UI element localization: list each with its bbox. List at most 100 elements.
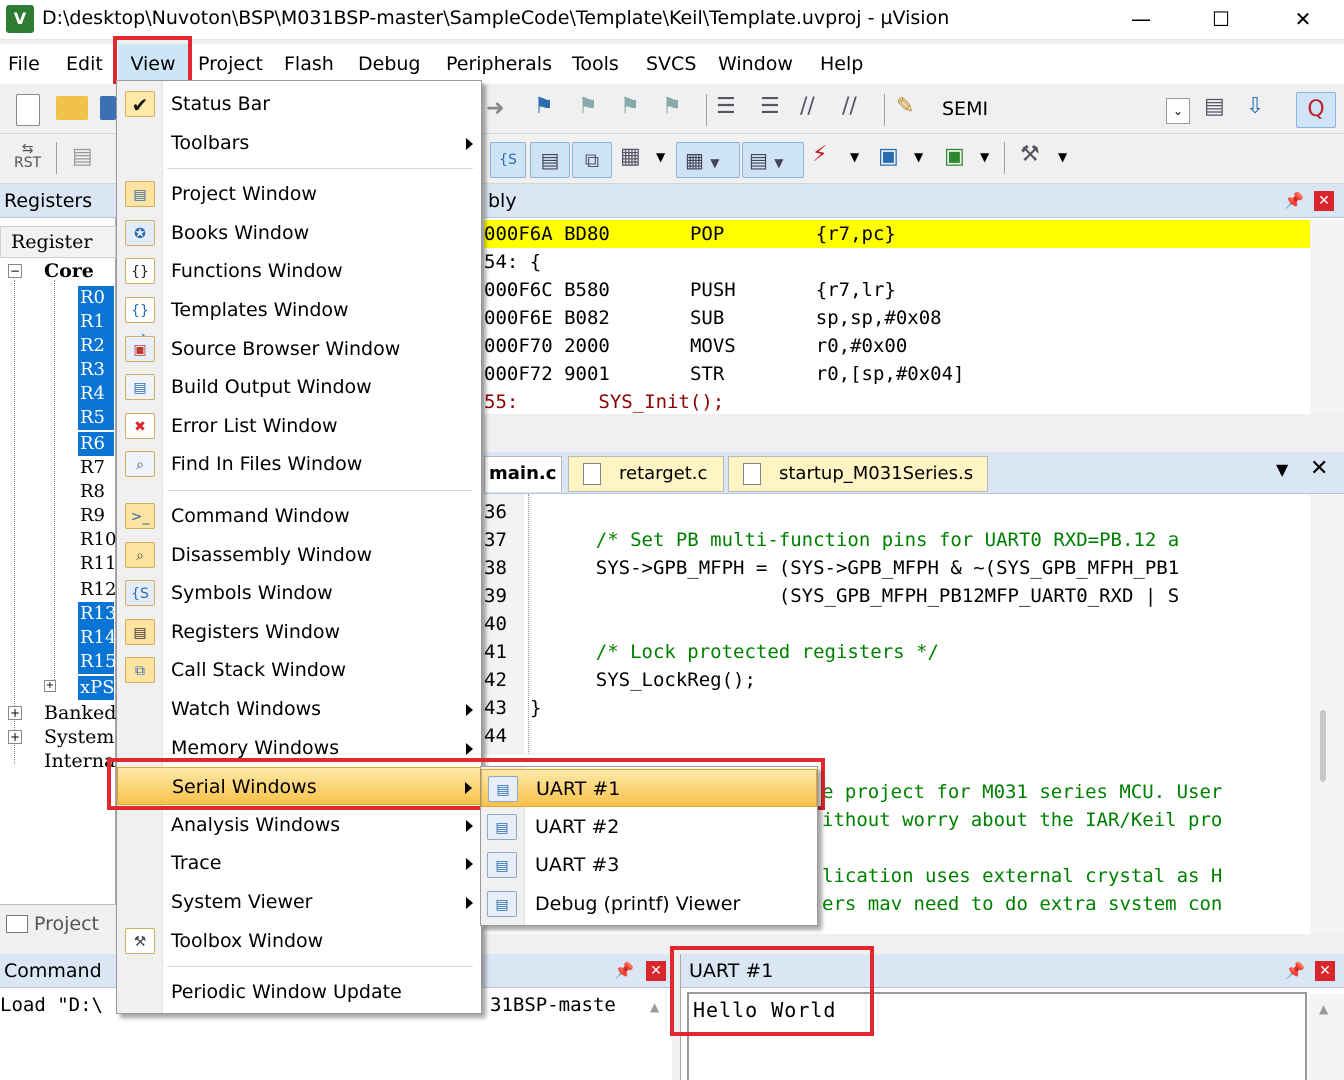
code-comment-line[interactable]: ers may need to do extra system con <box>822 890 1310 910</box>
pin-icon[interactable]: 📌 <box>614 961 634 981</box>
uart1-scrollbar[interactable]: ▲ <box>1309 994 1344 1080</box>
group-system[interactable]: System <box>44 726 114 748</box>
tab-startup[interactable]: startup_M031Series.s <box>728 456 988 492</box>
pin-icon[interactable]: 📌 <box>1285 961 1305 981</box>
submenu-item-uart-2[interactable]: ▤ UART #2 <box>481 808 817 846</box>
submenu-item-uart-3[interactable]: ▤ UART #3 <box>481 846 817 884</box>
build-icon[interactable]: ▤ <box>1204 94 1225 119</box>
run-icon[interactable]: ▤ <box>72 144 93 169</box>
watch-window-icon[interactable]: ▦ <box>620 144 641 169</box>
disassembly-line[interactable]: 000F6E B082 SUB sp,sp,#0x08 <box>484 304 942 332</box>
bookmark-icon[interactable]: ⚑ <box>534 94 554 119</box>
comment-icon[interactable]: // <box>800 94 815 119</box>
editor-scrollbar[interactable] <box>1310 494 1344 934</box>
code-line[interactable]: } <box>530 694 1290 722</box>
menu-item-analysis-windows[interactable]: Analysis Windows <box>117 806 481 844</box>
menu-item-status-bar[interactable]: ✔ Status Bar <box>117 85 481 123</box>
registers-window-toggle-icon[interactable]: ▤ <box>530 142 570 178</box>
register-column-header[interactable]: Register <box>0 226 116 258</box>
close-icon[interactable]: ✕ <box>1280 4 1326 34</box>
menu-item-command-window[interactable]: >_ Command Window <box>117 497 481 535</box>
menu-item-watch-windows[interactable]: Watch Windows <box>117 690 481 728</box>
close-tab-icon[interactable]: ✕ <box>1310 456 1328 481</box>
analysis-window-icon[interactable]: ⚡ <box>812 142 827 167</box>
uncomment-icon[interactable]: // <box>842 94 857 119</box>
nav-forward-icon[interactable]: ➜ <box>486 96 504 121</box>
menu-svcs[interactable]: SVCS <box>644 44 698 84</box>
menu-help[interactable]: Help <box>818 44 865 84</box>
menu-item-toolbox-window[interactable]: ⚒ Toolbox Window <box>117 922 481 960</box>
callstack-window-toggle-icon[interactable]: ⧉ <box>572 142 612 178</box>
open-file-icon[interactable] <box>56 96 88 120</box>
code-line[interactable]: SYS_LockReg(); <box>550 666 1310 694</box>
trace-window-icon[interactable]: ▣ <box>878 144 899 169</box>
register-r1[interactable]: R1 <box>78 310 114 334</box>
register-r2[interactable]: R2 <box>78 334 114 358</box>
tab-main-c[interactable]: main.c <box>484 456 562 492</box>
menu-edit[interactable]: Edit <box>64 44 105 84</box>
register-r3[interactable]: R3 <box>78 358 114 382</box>
register-r10[interactable]: R10 <box>78 528 116 552</box>
register-r7[interactable]: R7 <box>78 456 114 480</box>
menu-item-templates-window[interactable]: {}→ Templates Window <box>117 291 481 345</box>
register-r9[interactable]: R9 <box>78 504 114 528</box>
register-r8[interactable]: R8 <box>78 480 114 504</box>
submenu-item-uart-1[interactable]: ▤ UART #1 <box>481 769 817 807</box>
new-file-icon[interactable] <box>16 94 40 126</box>
indent-icon[interactable]: ☰ <box>716 94 736 119</box>
close-panel-icon[interactable]: ✕ <box>1314 191 1334 211</box>
menu-item-periodic-window-update[interactable]: Periodic Window Update <box>117 973 481 1011</box>
register-r15[interactable]: R15 <box>78 650 116 674</box>
menu-window[interactable]: Window <box>716 44 795 84</box>
menu-item-registers-window[interactable]: ▤ Registers Window <box>117 613 481 651</box>
code-comment-line[interactable]: e project for M031 series MCU. User <box>822 778 1310 806</box>
collapse-core-icon[interactable]: − <box>8 264 22 278</box>
chevron-down-icon[interactable]: ▼ <box>980 150 989 164</box>
register-r0[interactable]: R0 <box>78 286 114 310</box>
minimize-icon[interactable]: — <box>1118 4 1164 34</box>
register-r4[interactable]: R4 <box>78 382 114 406</box>
menu-flash[interactable]: Flash <box>282 44 336 84</box>
disassembly-source-line[interactable]: 54: { <box>484 248 541 276</box>
chevron-down-icon[interactable]: ▼ <box>914 150 923 164</box>
register-r14[interactable]: R14 <box>78 626 116 650</box>
tab-retarget-c[interactable]: retarget.c <box>568 456 724 492</box>
scrollbar-thumb[interactable] <box>1320 710 1326 782</box>
expand-banked-icon[interactable]: + <box>8 706 22 720</box>
debug-session-icon[interactable]: Q <box>1296 92 1336 128</box>
menu-item-symbols-window[interactable]: {S Symbols Window <box>117 574 481 612</box>
code-line[interactable]: /* Lock protected registers */ <box>550 638 1310 666</box>
scroll-up-icon[interactable]: ▲ <box>650 1000 659 1014</box>
close-panel-icon[interactable]: ✕ <box>646 961 666 981</box>
save-icon[interactable] <box>100 96 116 120</box>
expand-xpsr-icon[interactable]: + <box>44 680 56 692</box>
menu-item-error-list-window[interactable]: ✖ Error List Window <box>117 407 481 445</box>
bookmark-clear-icon[interactable]: ⚑ <box>662 94 682 119</box>
register-r11[interactable]: R11 <box>78 552 116 576</box>
menu-file[interactable]: File <box>6 44 42 84</box>
disassembly-line[interactable]: 000F70 2000 MOVS r0,#0x00 <box>484 332 907 360</box>
system-viewer-icon[interactable]: ▣ <box>944 144 965 169</box>
menu-item-books-window[interactable]: ✪ Books Window <box>117 214 481 252</box>
menu-item-toolbars[interactable]: Toolbars <box>117 124 481 162</box>
submenu-item-debug-printf-viewer[interactable]: ▤ Debug (printf) Viewer <box>481 885 817 923</box>
unindent-icon[interactable]: ☰ <box>760 94 780 119</box>
code-line[interactable]: SYS->GPB_MFPH = (SYS->GPB_MFPH & ~(SYS_G… <box>550 554 1310 582</box>
core-label[interactable]: Core <box>44 260 94 282</box>
code-line[interactable]: /* Set PB multi-function pins for UART0 … <box>550 526 1310 554</box>
project-tab[interactable]: Project <box>0 904 116 944</box>
target-dropdown[interactable]: ⌄ <box>1166 98 1190 124</box>
menu-debug[interactable]: Debug <box>356 44 422 84</box>
menu-item-find-in-files-window[interactable]: ⌕ Find In Files Window <box>117 445 481 483</box>
menu-item-project-window[interactable]: ▤ Project Window <box>117 175 481 213</box>
scroll-up-icon[interactable]: ▲ <box>1319 1002 1328 1016</box>
symbols-window-toggle-icon[interactable]: {S <box>490 142 526 178</box>
menu-project[interactable]: Project <box>196 44 265 84</box>
bookmark-prev-icon[interactable]: ⚑ <box>578 94 598 119</box>
code-line[interactable]: (SYS_GPB_MFPH_PB12MFP_UART0_RXD | S <box>550 582 1310 610</box>
menu-item-trace[interactable]: Trace <box>117 844 481 882</box>
reset-icon[interactable]: ⇆ RST <box>14 142 41 170</box>
code-comment-line[interactable]: ithout worry about the IAR/Keil pro <box>822 806 1310 834</box>
toolbox-icon[interactable]: ⚒ <box>1020 142 1040 167</box>
menu-item-source-browser-window[interactable]: ▣ Source Browser Window <box>117 330 481 368</box>
